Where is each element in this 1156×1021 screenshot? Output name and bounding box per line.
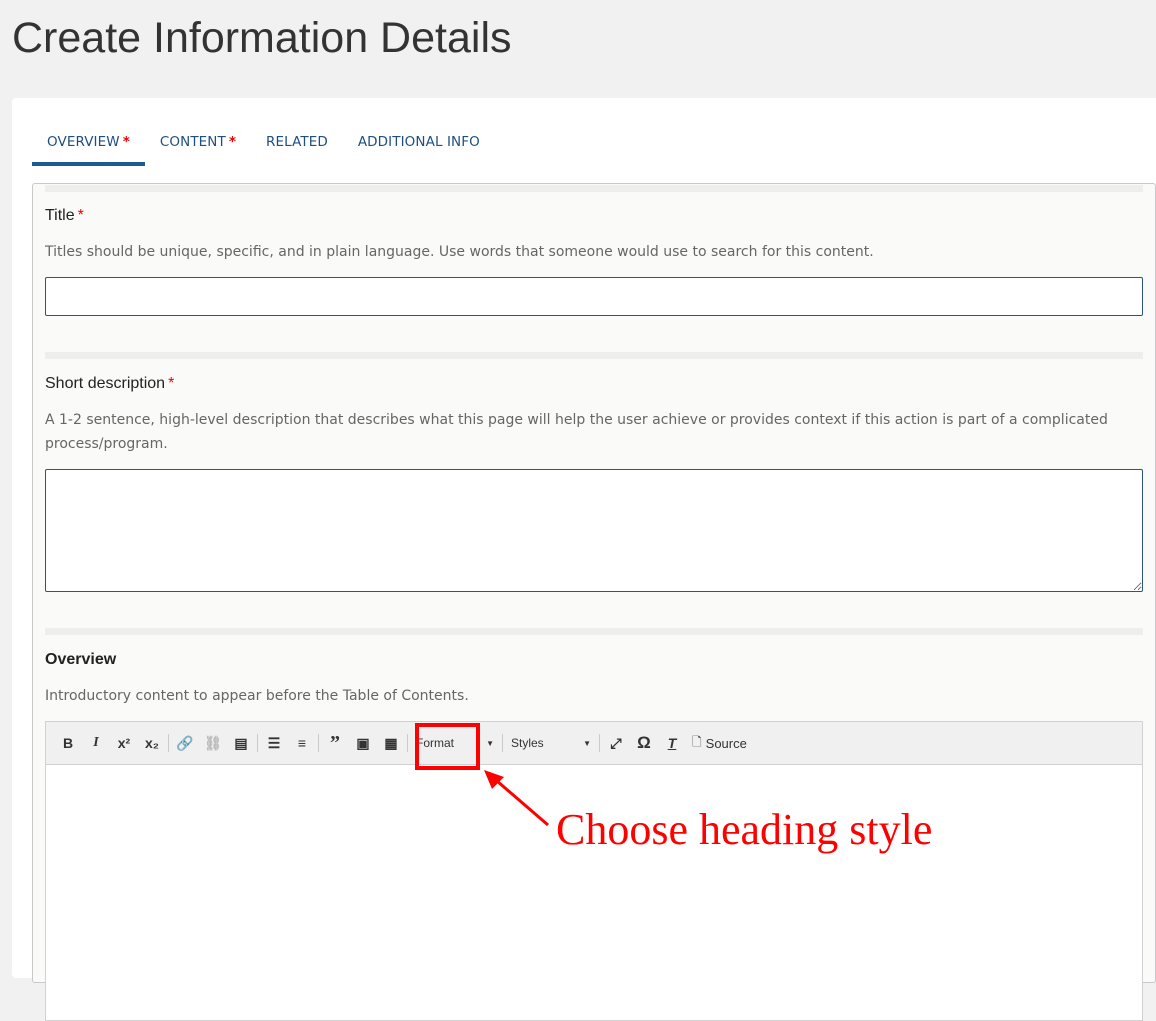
tab-overview[interactable]: OVERVIEW * [32,126,145,166]
source-icon: 🗋 [692,734,702,749]
source-label: Source [705,735,747,751]
tab-label: CONTENT [159,134,226,150]
divider [45,628,1143,635]
unlink-icon[interactable]: ⛓ [199,735,227,752]
special-character-button[interactable]: Ω [630,733,658,753]
short-description-textarea[interactable] [45,469,1143,592]
insert-file-icon[interactable]: ▤ [227,735,255,752]
overview-panel: Title * Titles should be unique, specific… [32,183,1156,1021]
short-description-help: A 1-2 sentence, high-level description t… [45,412,1108,452]
italic-button[interactable]: I [82,735,110,751]
title-input[interactable] [45,277,1143,316]
superscript-button[interactable]: x² [110,735,138,751]
divider [599,734,600,752]
tab-label: ADDITIONAL INFO [357,134,480,150]
rich-text-editor: B I x² x₂ 🔗 ⛓ ▤ ☰ ≡ ” ▣ ▦ Format ▼ Styles… [45,721,1143,1021]
page-title: Create Information Details [12,14,512,62]
blockquote-icon[interactable]: ” [321,732,349,755]
short-description-label: Short description * [45,375,175,392]
annotation-highlight-box [415,723,480,770]
annotation-arrow-icon [484,770,549,827]
divider [45,185,1143,192]
editor-toolbar: B I x² x₂ 🔗 ⛓ ▤ ☰ ≡ ” ▣ ▦ Format ▼ Styles… [46,722,1142,765]
caret-down-icon: ▼ [486,738,494,748]
tab-content[interactable]: CONTENT * [145,126,251,166]
divider [45,352,1143,359]
divider [168,734,169,752]
title-label: Title * [45,207,84,224]
table-icon[interactable]: ▦ [377,735,405,752]
divider [502,734,503,752]
tab-related[interactable]: RELATED [251,126,343,166]
styles-label: Styles [511,736,544,750]
tab-label: RELATED [266,134,328,150]
remove-format-icon[interactable]: T [658,735,686,751]
tab-additional-info[interactable]: ADDITIONAL INFO [343,126,495,166]
tab-bar: OVERVIEW * CONTENT * RELATED ADDITIONAL IN… [32,126,495,166]
subscript-button[interactable]: x₂ [138,735,166,751]
tab-label: OVERVIEW [47,134,120,150]
caret-down-icon: ▼ [583,738,591,748]
divider [318,734,319,752]
source-button[interactable]: 🗋 Source [692,733,747,754]
overview-label: Overview [45,651,117,668]
divider [407,734,408,752]
bold-button[interactable]: B [54,735,82,751]
styles-dropdown[interactable]: Styles ▼ [505,736,597,750]
image-icon[interactable]: ▣ [349,735,377,752]
divider [257,734,258,752]
numbered-list-icon[interactable]: ≡ [288,735,316,751]
annotation-text: Choose heading style [556,805,933,854]
required-marker: * [228,134,237,150]
title-help: Titles should be unique, specific, and i… [45,244,874,260]
overview-help: Introductory content to appear before th… [45,688,469,704]
bulleted-list-icon[interactable]: ☰ [260,735,288,752]
maximize-icon[interactable]: ⤢ [602,735,630,752]
required-marker: * [122,134,130,150]
link-icon[interactable]: 🔗 [171,735,199,752]
